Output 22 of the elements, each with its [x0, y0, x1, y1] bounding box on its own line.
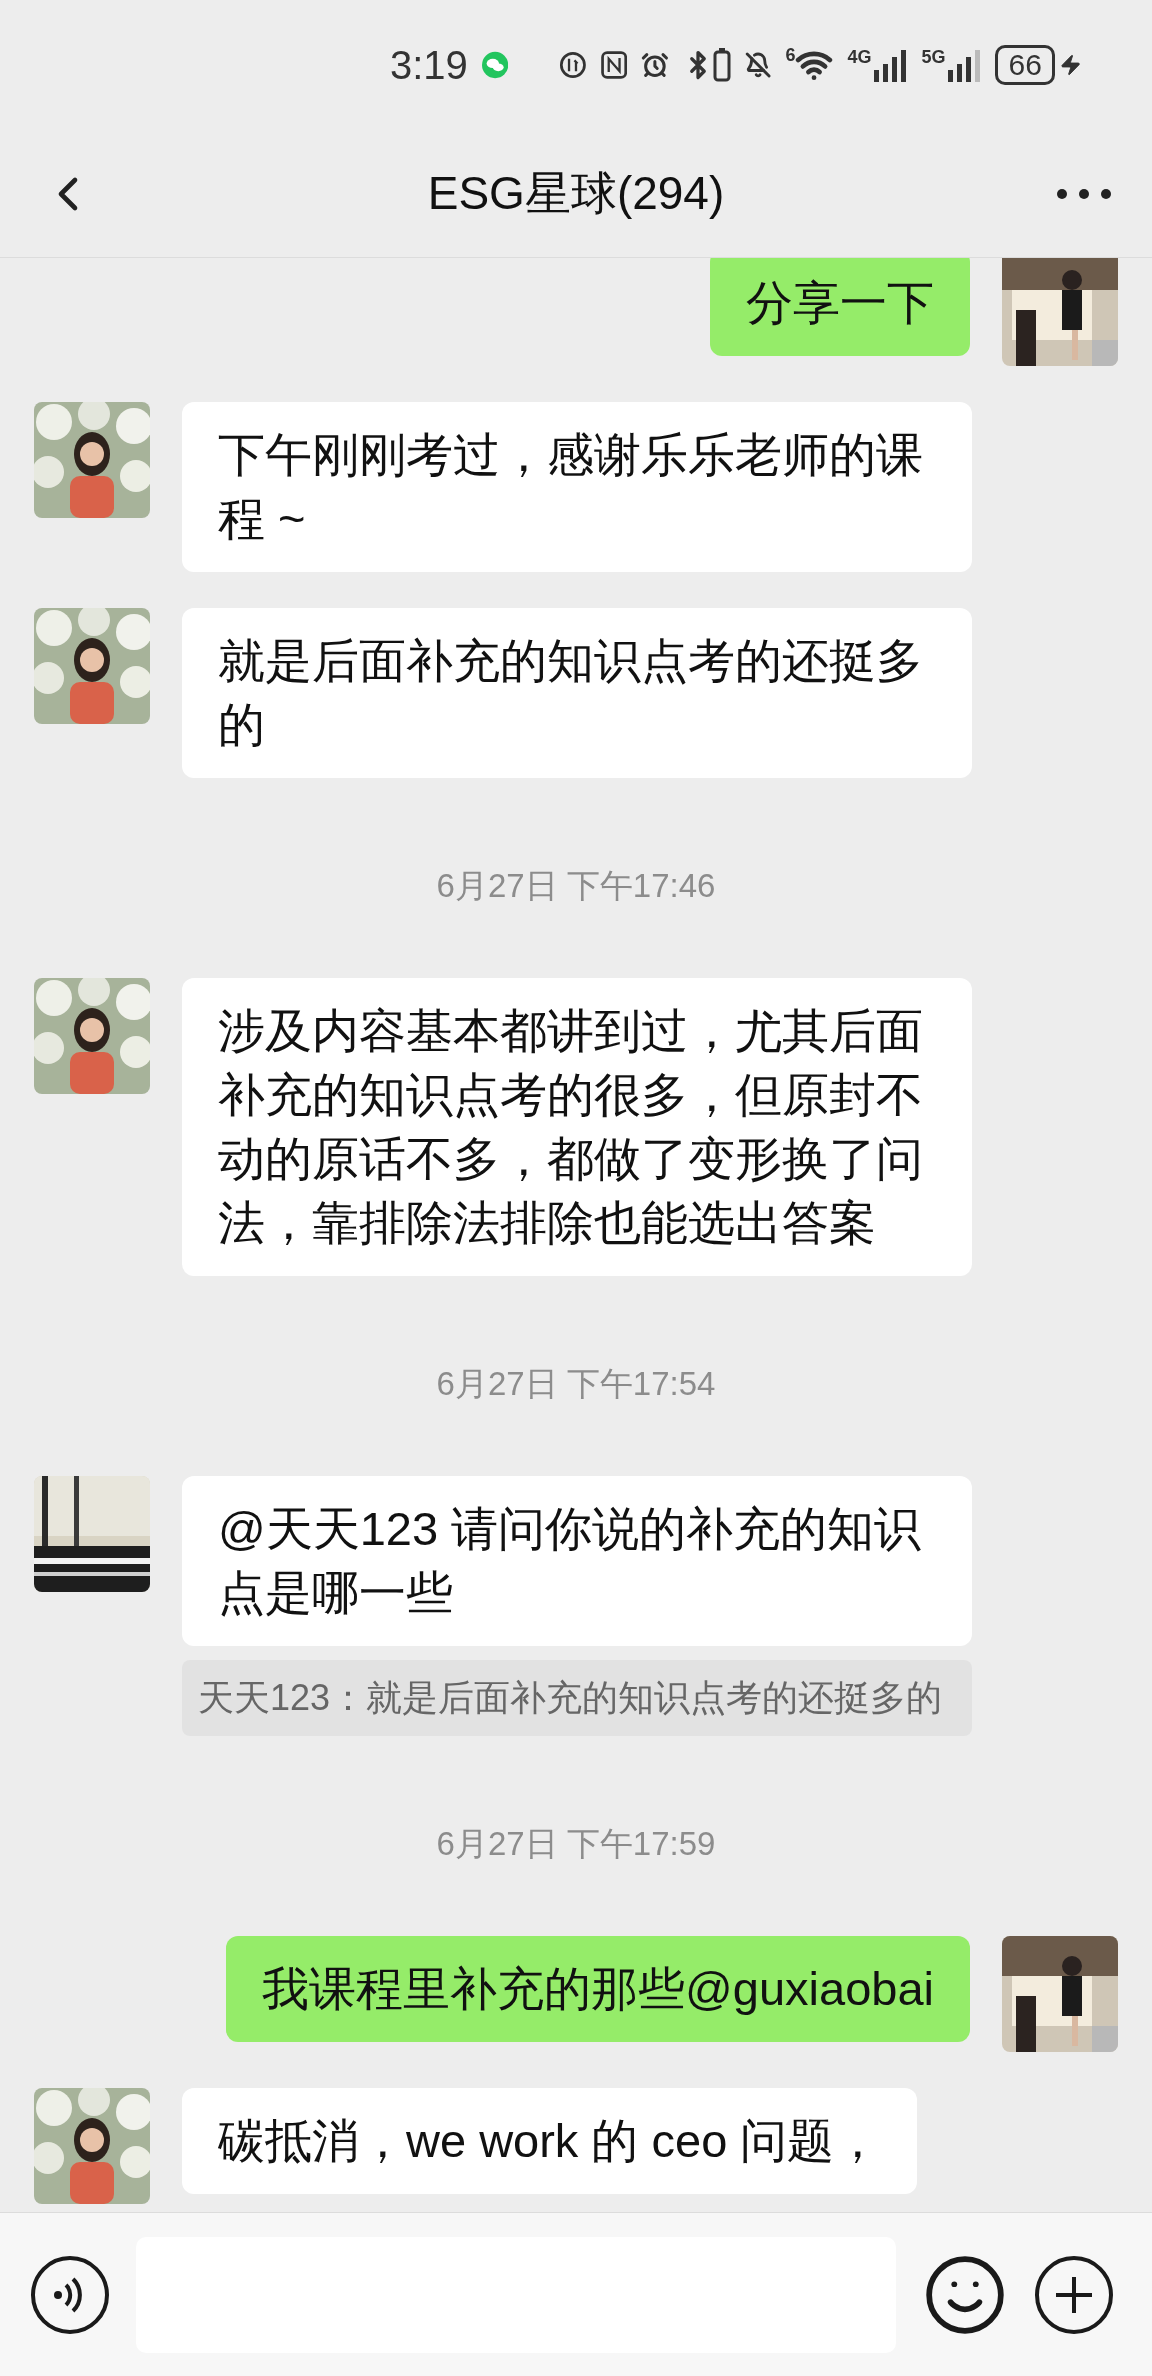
add-icon[interactable] [1034, 2254, 1114, 2335]
wifi-label: 6 [785, 46, 796, 64]
signal-icon [873, 48, 908, 82]
chat-title: ESG星球(294) [427, 166, 725, 221]
battery-level: 66 [995, 45, 1055, 85]
timestamp: 6月27日 下午17:46 [436, 866, 716, 906]
message-bubble: 下午刚刚考过，感谢乐乐老师的课程 ~ [182, 402, 972, 572]
message-bubble: 分享一下 [710, 258, 970, 356]
network-label: 4G [847, 48, 872, 66]
more-icon[interactable] [1056, 187, 1112, 200]
signal-icon [947, 48, 982, 82]
message-bubble: 就是后面补充的知识点考的还挺多的 [182, 608, 972, 778]
message-bubble: 涉及内容基本都讲到过，尤其后面补充的知识点考的很多，但原封不动的原话不多，都做了变形换了问法，靠排除法排除也能选出答案 [182, 978, 972, 1276]
timestamp: 6月27日 下午17:59 [436, 1824, 716, 1864]
message-bubble: 碳抵消，we work 的 ceo 问题， [182, 2088, 918, 2194]
voice-icon[interactable] [30, 2254, 110, 2335]
message-bubble: @天天123 请问你说的补充的知识点是哪一些 [182, 1476, 972, 1646]
network-label: 5G [921, 48, 946, 66]
quoted-message: 天天123：就是后面补充的知识点考的还挺多的 [182, 1660, 972, 1736]
timestamp: 6月27日 下午17:54 [436, 1364, 716, 1404]
time: 3:19 [390, 42, 468, 89]
message-bubble: 我课程里补充的那些@guxiaobai [226, 1936, 970, 2042]
